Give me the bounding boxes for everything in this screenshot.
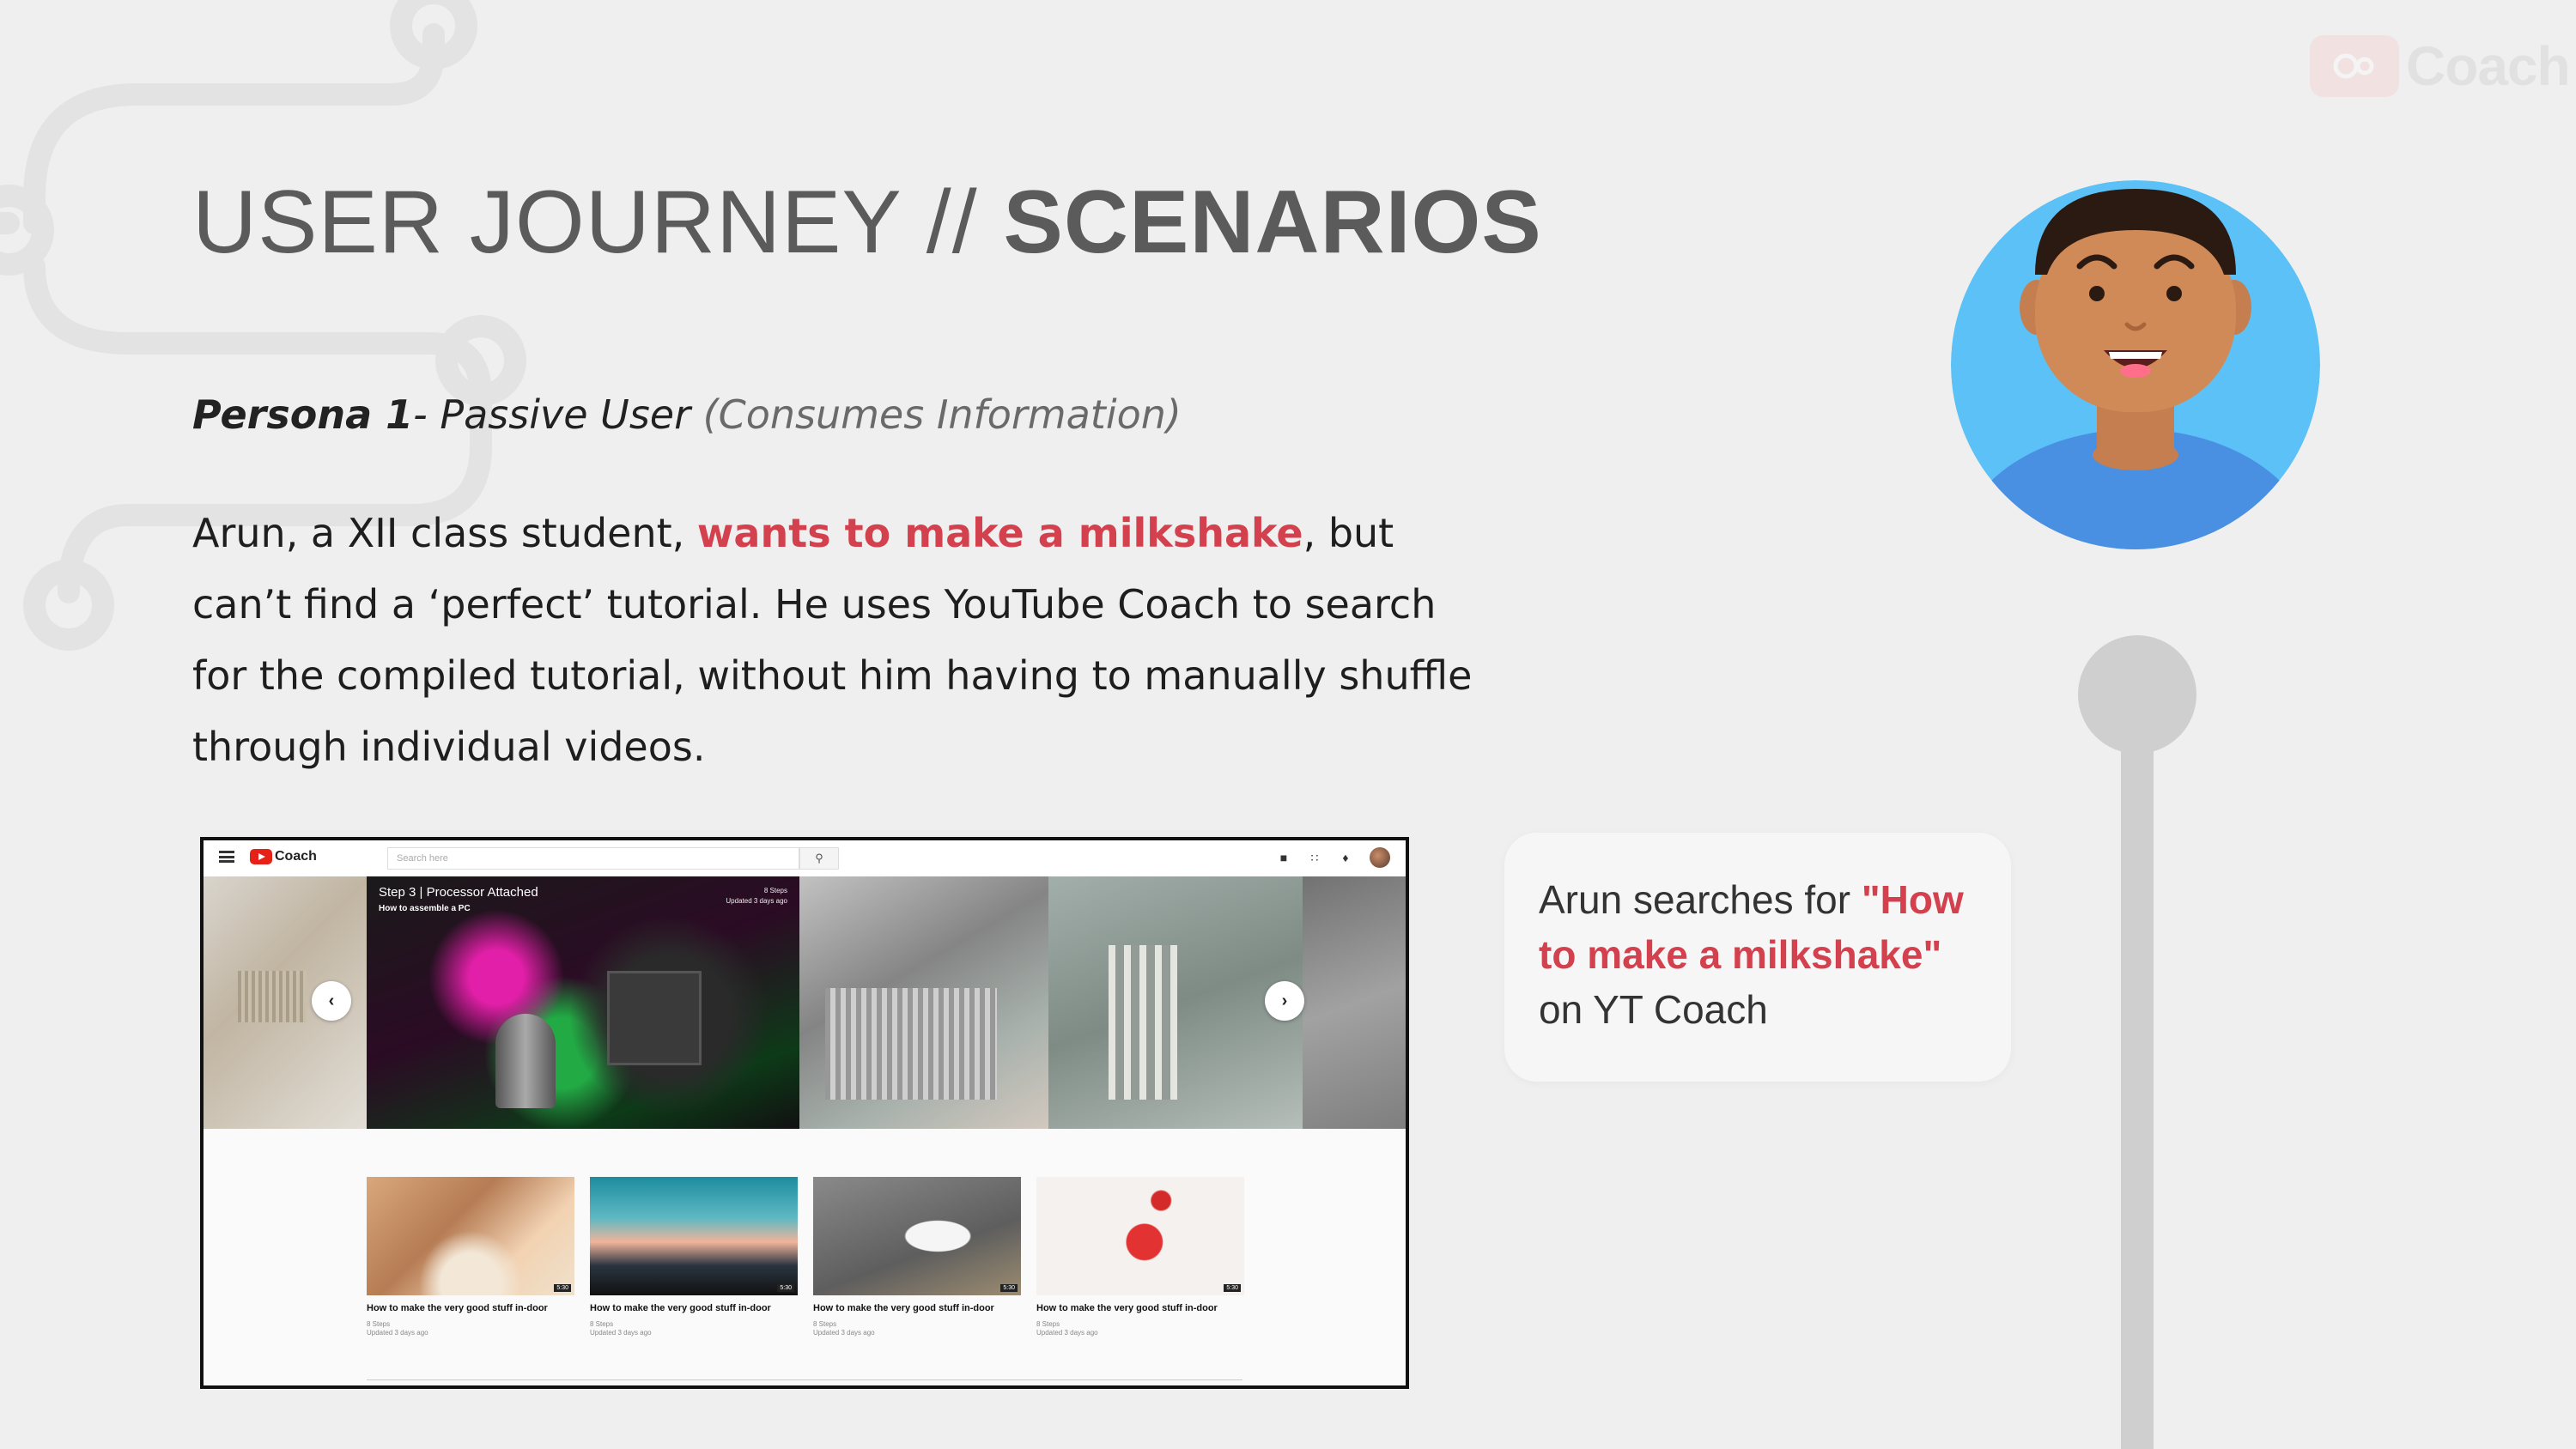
callout-before: Arun searches for	[1539, 877, 1862, 922]
carousel-slide-next-1[interactable]	[799, 876, 1048, 1129]
video-duration: 5:30	[554, 1284, 571, 1292]
video-title[interactable]: How to make the very good stuff in-door	[590, 1302, 787, 1315]
brand-name: Coach	[2406, 35, 2571, 97]
video-steps: 8 Steps	[590, 1320, 614, 1328]
video-title[interactable]: How to make the very good stuff in-door	[813, 1302, 1011, 1315]
apps-grid-icon[interactable]: ∷	[1308, 851, 1321, 864]
list-divider	[367, 1379, 1242, 1380]
search-icon: ⚲	[815, 852, 823, 864]
carousel-subtitle: How to assemble a PC	[379, 904, 471, 913]
video-updated: Updated 3 days ago	[1036, 1329, 1098, 1337]
video-thumbnail[interactable]: 5:30	[590, 1177, 798, 1295]
title-part-1: USER JOURNEY //	[192, 173, 1004, 272]
persona-heading: Persona 1- Passive User (Consumes Inform…	[192, 391, 1182, 438]
hamburger-menu-icon[interactable]	[219, 851, 234, 863]
persona-label: Persona 1	[192, 391, 414, 438]
video-steps: 8 Steps	[813, 1320, 837, 1328]
scenario-description: Arun, a XII class student, wants to make…	[192, 498, 1480, 783]
video-steps: 8 Steps	[367, 1320, 391, 1328]
video-camera-icon[interactable]: ■	[1277, 851, 1291, 864]
video-updated: Updated 3 days ago	[590, 1329, 652, 1337]
app-screenshot: Coach Search here ⚲ ■ ∷ ♦ Step 3 | Proce…	[200, 837, 1409, 1389]
callout-after: on YT Coach	[1539, 987, 1768, 1032]
bell-icon[interactable]: ♦	[1339, 851, 1352, 864]
title-part-2: SCENARIOS	[1003, 173, 1542, 272]
carousel-next-arrow-icon[interactable]: ›	[1265, 981, 1304, 1021]
persona-type: - Passive User	[413, 391, 691, 438]
video-duration: 5:30	[1000, 1284, 1018, 1292]
desc-highlight: wants to make a milkshake	[696, 510, 1303, 556]
video-thumbnail[interactable]: 5:30	[1036, 1177, 1244, 1295]
video-updated: Updated 3 days ago	[367, 1329, 428, 1337]
video-updated: Updated 3 days ago	[813, 1329, 875, 1337]
carousel-slide-next-3[interactable]	[1303, 876, 1406, 1129]
callout-text: Arun searches for "How to make a milksha…	[1539, 872, 1977, 1037]
video-card[interactable]: 5:30 How to make the very good stuff in-…	[367, 1177, 574, 1337]
video-thumbnail[interactable]: 5:30	[813, 1177, 1021, 1295]
page-title: USER JOURNEY // SCENARIOS	[192, 172, 1542, 274]
search-placeholder: Search here	[397, 853, 448, 864]
mock-logo[interactable]: Coach	[250, 849, 317, 864]
persona-avatar	[1951, 180, 2320, 549]
video-card[interactable]: 5:30 How to make the very good stuff in-…	[590, 1177, 798, 1337]
carousel-steps: 8 Steps	[763, 887, 787, 894]
search-button[interactable]: ⚲	[799, 847, 839, 870]
featured-carousel: Step 3 | Processor Attached How to assem…	[204, 876, 1406, 1129]
carousel-title: Step 3 | Processor Attached	[379, 885, 538, 900]
brand-logo: Coach	[2310, 34, 2571, 98]
mock-logo-text: Coach	[275, 849, 317, 864]
timeline-node	[2078, 635, 2196, 754]
video-title[interactable]: How to make the very good stuff in-door	[1036, 1302, 1234, 1315]
timeline-line	[2121, 721, 2154, 1449]
carousel-slide-active[interactable]: Step 3 | Processor Attached How to assem…	[367, 876, 799, 1129]
video-steps: 8 Steps	[1036, 1320, 1060, 1328]
scenario-callout: Arun searches for "How to make a milksha…	[1504, 833, 2011, 1082]
gears-icon	[2310, 35, 2399, 97]
video-thumbnail[interactable]: 5:30	[367, 1177, 574, 1295]
mock-top-bar: Coach Search here ⚲ ■ ∷ ♦	[204, 840, 1406, 876]
user-avatar[interactable]	[1370, 847, 1390, 868]
video-duration: 5:30	[777, 1284, 794, 1292]
video-card[interactable]: 5:30 How to make the very good stuff in-…	[1036, 1177, 1244, 1337]
youtube-play-icon	[250, 849, 272, 864]
video-card[interactable]: 5:30 How to make the very good stuff in-…	[813, 1177, 1021, 1337]
desc-before: Arun, a XII class student,	[192, 510, 697, 556]
video-title[interactable]: How to make the very good stuff in-door	[367, 1302, 564, 1315]
carousel-prev-arrow-icon[interactable]: ‹	[312, 981, 351, 1021]
carousel-updated: Updated 3 days ago	[726, 897, 787, 905]
video-duration: 5:30	[1224, 1284, 1241, 1292]
persona-note: (Consumes Information)	[690, 391, 1182, 438]
search-input[interactable]: Search here	[387, 847, 799, 870]
